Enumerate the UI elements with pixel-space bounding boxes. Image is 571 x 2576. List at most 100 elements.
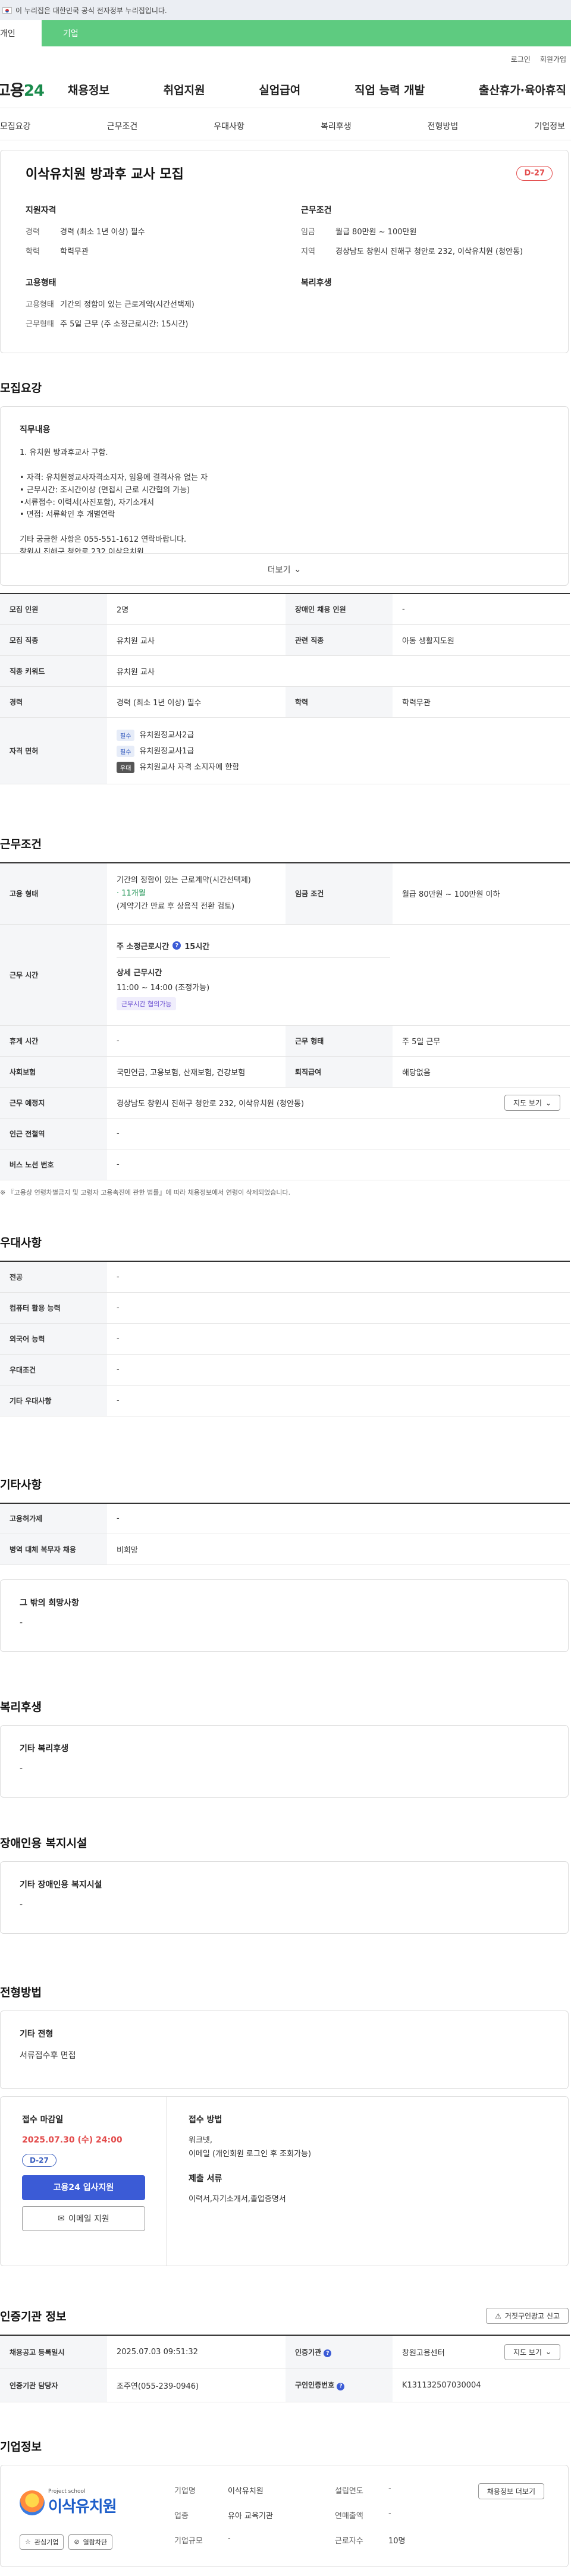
emp-key: 고용형태 (26, 300, 54, 309)
login-link[interactable]: 로그인 (511, 54, 531, 64)
company-value: - (228, 2534, 231, 2543)
hours-detail-title: 상세 근무시간 (117, 968, 162, 978)
tab-corp[interactable]: 기업 (42, 20, 571, 46)
cell-key: 근무 시간 (0, 924, 107, 1026)
agency-key-label: 인증기관 (295, 2348, 322, 2357)
agency-header: 인증기관 정보 ⚠ 거짓구인광고 신고 (0, 2308, 570, 2324)
korea-flag-icon (2, 7, 12, 14)
company-key: 기업명 (174, 2486, 196, 2496)
emp-value: 기간의 정함이 있는 근로계약(시간선택제) (60, 300, 194, 309)
user-type-tabs: 개인 기업 (0, 20, 571, 46)
cell-value: 2025.07.03 09:51:32 (107, 2335, 286, 2369)
logo-number: 24 (23, 82, 45, 100)
work-value: 월급 80만원 ~ 100만원 (335, 228, 417, 237)
gnb-item-jobs[interactable]: 채용정보 (68, 81, 109, 98)
emp-key: 근무형태 (26, 320, 54, 329)
company-value: 이삭유치원 (228, 2486, 263, 2496)
cell-key: 관련 직종 (286, 624, 393, 656)
table-row: 컴퓨터 활용 능력 - (0, 1292, 570, 1324)
cell-key: 휴게 시간 (0, 1025, 107, 1057)
star-icon: ☆ (25, 2538, 31, 2546)
cell-value: - (393, 593, 570, 625)
help-icon[interactable]: ? (324, 2349, 332, 2357)
help-icon[interactable]: ? (337, 2382, 345, 2390)
method-title: 접수 방법 (189, 2115, 222, 2125)
cell-value: - (107, 1354, 570, 1386)
tab-welfare[interactable]: 복리후생 (321, 120, 352, 132)
report-fake-ad-button[interactable]: ⚠ 거짓구인광고 신고 (486, 2308, 569, 2324)
cell-value: 경상남도 창원시 진해구 청안로 232, 이삭유치원 (청안동) 지도 보기 ⌄ (107, 1087, 570, 1119)
section-title-selection: 전형방법 (0, 1986, 42, 1999)
table-row: 모집 직종 유치원 교사 관련 직종 아동 생활지도원 (0, 624, 570, 656)
hours-detail-value: 11:00 ~ 14:00 (조정가능) (117, 983, 210, 992)
company-value: - (388, 2484, 391, 2493)
table-row: 고용 형태 기간의 정함이 있는 근로계약(시간선택제) · 11개월 (계약기… (0, 862, 570, 925)
gnb-menu: 채용정보 취업지원 실업급여 직업 능력 개발 출산휴가·육아휴직 (68, 81, 571, 98)
cell-key: 모집 인원 (0, 593, 107, 625)
help-icon[interactable]: ? (172, 941, 181, 950)
table-row: 인증기관 담당자 조주연(055-239-0946) 구인인증번호 ? K131… (0, 2368, 570, 2402)
agency-map-button[interactable]: 지도 보기 ⌄ (504, 2343, 560, 2360)
gnb-item-skills[interactable]: 직업 능력 개발 (354, 81, 425, 98)
global-nav: 고용24 채용정보 취업지원 실업급여 직업 능력 개발 출산휴가·육아휴직 (0, 71, 571, 108)
company-info-grid: 기업명 이삭유치원 설립연도 - 업종 유아 교육기관 연매출액 - 기업규모 - 근로자… (174, 2484, 460, 2550)
hours-main-label: 주 소정근로시간 (117, 942, 170, 951)
apply-button[interactable]: 고용24 입사지원 (22, 2175, 145, 2200)
apply-right: 접수 방법 워크넷, 이메일 (개인회원 로그인 후 조회가능) 제출 서류 이… (167, 2097, 568, 2266)
email-apply-button[interactable]: ✉ 이메일 지원 (22, 2206, 145, 2231)
cell-key: 인증기관 ? (286, 2335, 393, 2369)
work-key: 지역 (301, 247, 315, 256)
table-row: 버스 노선 번호 - (0, 1149, 570, 1180)
emp-value: 주 5일 근무 (주 소정근로시간: 15시간) (60, 320, 189, 329)
job-desc-title: 직무내용 (20, 425, 51, 435)
block-view-button[interactable]: ⊘ 열람차단 (68, 2534, 113, 2550)
cell-key: 모집 직종 (0, 624, 107, 656)
tab-company[interactable]: 기업정보 (534, 120, 565, 132)
signup-link[interactable]: 회원가입 (540, 54, 566, 64)
contract-note: (계약기간 만료 후 상용직 전환 검토) (117, 901, 235, 911)
job-description-box: 직무내용 1. 유치원 방과후교사 구함. • 자격: 유치원정교사자격소지자,… (0, 406, 569, 586)
company-key: 근로자수 (335, 2536, 363, 2546)
chevron-down-icon: ⌄ (545, 1098, 551, 1107)
preferred-tag: 우대 (117, 761, 135, 773)
cell-key: 근무 형태 (286, 1025, 393, 1057)
tab-recruit[interactable]: 모집요강 (0, 120, 31, 132)
cell-value: 주 5일 근무 (393, 1025, 570, 1057)
company-jobs-more-button[interactable]: 채용정보 더보기 (478, 2483, 544, 2499)
other-wishes-box: 그 밖의 희망사항 - (0, 1579, 569, 1652)
cell-value: - (107, 1385, 570, 1416)
cell-key: 근무 예정지 (0, 1087, 107, 1119)
report-icon: ⚠ (495, 2311, 501, 2320)
tab-personal[interactable]: 개인 (0, 20, 42, 46)
cell-key: 직종 키워드 (0, 655, 107, 687)
tab-preferences[interactable]: 우대사항 (214, 120, 244, 132)
chevron-down-icon: ⌄ (294, 564, 302, 574)
table-row: 우대조건 - (0, 1354, 570, 1386)
section-title-etc: 기타사항 (0, 1478, 42, 1491)
gnb-item-unemployment-benefit[interactable]: 실업급여 (259, 81, 300, 98)
gnb-item-parental-leave[interactable]: 출산휴가·육아휴직 (479, 81, 566, 98)
gnb-item-employment-support[interactable]: 취업지원 (164, 81, 205, 98)
cell-value: K131132507030004 (393, 2368, 570, 2402)
qualification-block: 지원자격 경력 경력 (최소 1년 이상) 필수 학력 학력무관 (26, 204, 277, 265)
qual-value: 학력무관 (60, 247, 89, 256)
age-law-note: ※ 『고용상 연령차별금지 및 고령자 고용촉진에 관한 법률』에 따라 채용정… (0, 1189, 291, 1196)
section-title-welfare: 복리후생 (0, 1701, 42, 1714)
cert-name: 유치원교사 자격 소지자에 한함 (139, 762, 240, 772)
selection-box-title: 기타 전형 (20, 2030, 54, 2039)
map-button[interactable]: 지도 보기 ⌄ (504, 1095, 560, 1111)
contract-period: · 11개월 (117, 888, 146, 898)
cell-value: 창원고용센터 지도 보기 ⌄ (393, 2335, 570, 2369)
section-title-company: 기업정보 (0, 2440, 42, 2454)
tab-selection[interactable]: 전형방법 (428, 120, 459, 132)
block-label: 열람차단 (83, 2538, 108, 2546)
more-label: 더보기 (267, 565, 291, 575)
table-row: 채용공고 등록일시 2025.07.03 09:51:32 인증기관 ? 창원고… (0, 2335, 570, 2369)
tab-conditions[interactable]: 근무조건 (107, 120, 138, 132)
favorite-company-button[interactable]: ☆ 관심기업 (20, 2534, 64, 2550)
cell-key: 경력 (0, 686, 107, 718)
more-button[interactable]: 더보기 ⌄ (1, 553, 568, 585)
company-box: Project school 이삭유치원 ☆ 관심기업 ⊘ 열람차단 기업명 이삭유치… (0, 2464, 569, 2567)
employment-title: 고용형태 (26, 278, 57, 288)
site-logo[interactable]: 고용24 (0, 78, 68, 100)
